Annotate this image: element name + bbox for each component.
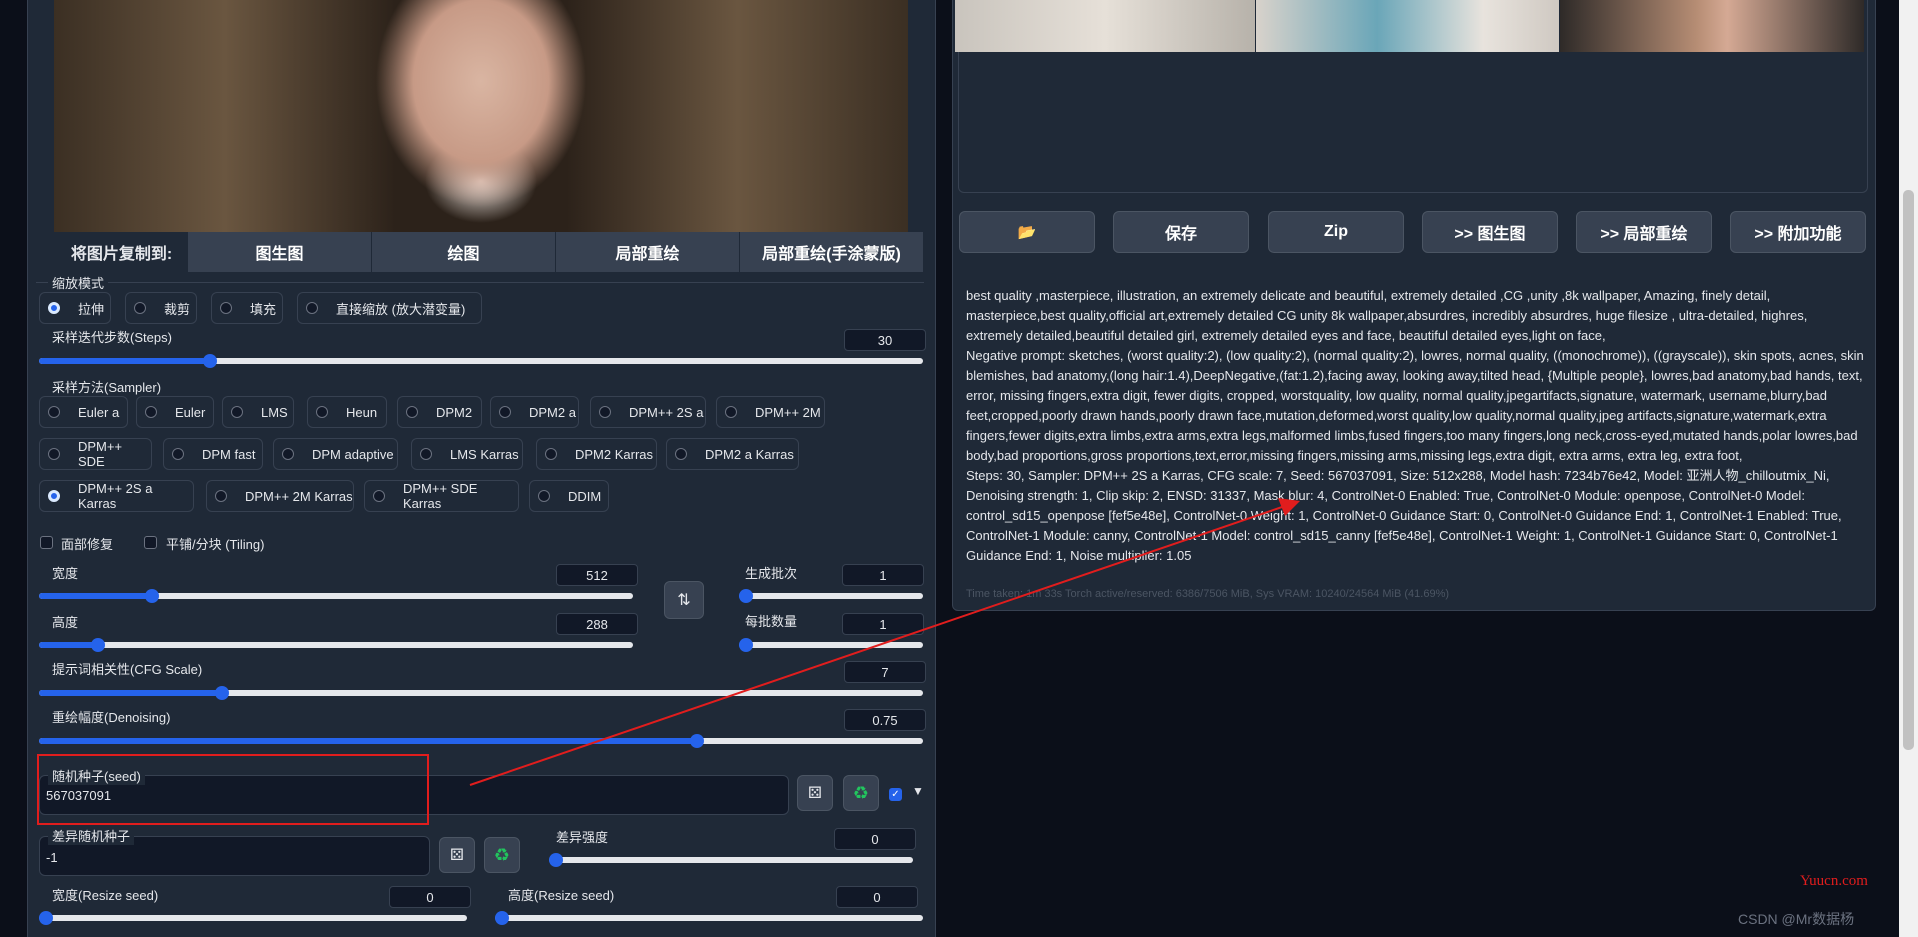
site-watermark: Yuucn.com bbox=[1800, 873, 1868, 889]
page-scrollbar[interactable] bbox=[1899, 0, 1918, 937]
scrollbar-thumb[interactable] bbox=[1903, 190, 1914, 750]
annotation-arrow bbox=[469, 498, 1300, 786]
csdn-watermark: CSDN @Mr数据杨 bbox=[1738, 911, 1855, 927]
